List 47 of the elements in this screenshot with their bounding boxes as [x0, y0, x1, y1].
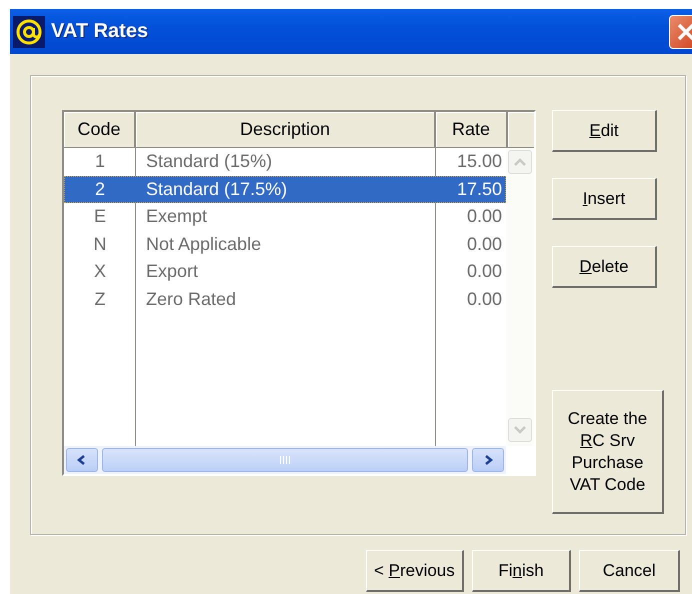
table-cell-text: Standard (17.5%) — [145, 178, 288, 200]
close-icon — [676, 22, 692, 42]
table-cell-text: 0.00 — [466, 234, 503, 255]
table-row[interactable]: 2 Standard (17.5%) 17.50 — [64, 176, 506, 203]
table-row[interactable]: Z Zero Rated 0.00 — [64, 286, 506, 313]
table-cell-text: Export — [145, 261, 200, 282]
chevron-down-icon — [514, 425, 526, 435]
action-button[interactable]: Edit — [552, 110, 657, 152]
table-row[interactable]: E Exempt 0.00 — [64, 203, 506, 230]
scroll-thumb[interactable] — [102, 448, 468, 472]
grip-icon — [279, 455, 291, 465]
table-cell-text: N — [92, 234, 108, 255]
table-cell-text: 1 — [94, 151, 106, 172]
scroll-up-button[interactable] — [508, 150, 532, 174]
column-header[interactable]: Code — [64, 112, 136, 148]
table-cell-text: Standard (15%) — [145, 151, 274, 172]
table-cell-text: Z — [94, 288, 106, 310]
table-cell-text: Exempt — [145, 206, 208, 228]
table-cell-text: 0.00 — [466, 206, 503, 228]
table-row[interactable]: X Export 0.00 — [64, 258, 506, 286]
table-cell-text: E — [92, 206, 107, 228]
scroll-down-button[interactable] — [508, 418, 532, 442]
chevron-up-icon — [514, 157, 526, 167]
action-button[interactable]: Insert — [552, 178, 657, 220]
table-cell-text: Not Applicable — [145, 234, 262, 255]
scroll-left-button[interactable] — [66, 448, 98, 472]
vertical-scrollbar[interactable] — [506, 148, 534, 446]
window-title: VAT Rates — [51, 20, 148, 43]
footer-button[interactable]: < Previous — [366, 550, 464, 592]
horizontal-scrollbar[interactable] — [64, 446, 506, 474]
footer-button[interactable]: Finish — [472, 550, 572, 592]
table-cell-text: 2 — [94, 178, 106, 200]
column-header[interactable]: Rate — [436, 112, 508, 148]
table-row[interactable]: N Not Applicable 0.00 — [64, 230, 506, 258]
table-cell-text: 0.00 — [466, 261, 503, 282]
at-sign-icon — [13, 16, 45, 48]
table-cell-text: 15.00 — [456, 151, 503, 172]
column-header[interactable]: Description — [136, 112, 436, 148]
scroll-right-button[interactable] — [472, 448, 504, 472]
table-cell-text: 17.50 — [456, 178, 503, 200]
footer-button[interactable]: Cancel — [579, 550, 680, 592]
table-row[interactable]: 1 Standard (15%) 15.00 — [64, 148, 506, 176]
action-button[interactable]: Delete — [552, 246, 657, 288]
table-cell-text: 0.00 — [466, 288, 503, 310]
table-cell-text: Zero Rated — [145, 288, 238, 310]
create-code-button[interactable]: Create the RC Srv Purchase VAT Code — [552, 390, 664, 514]
table-cell-text: X — [92, 261, 107, 282]
